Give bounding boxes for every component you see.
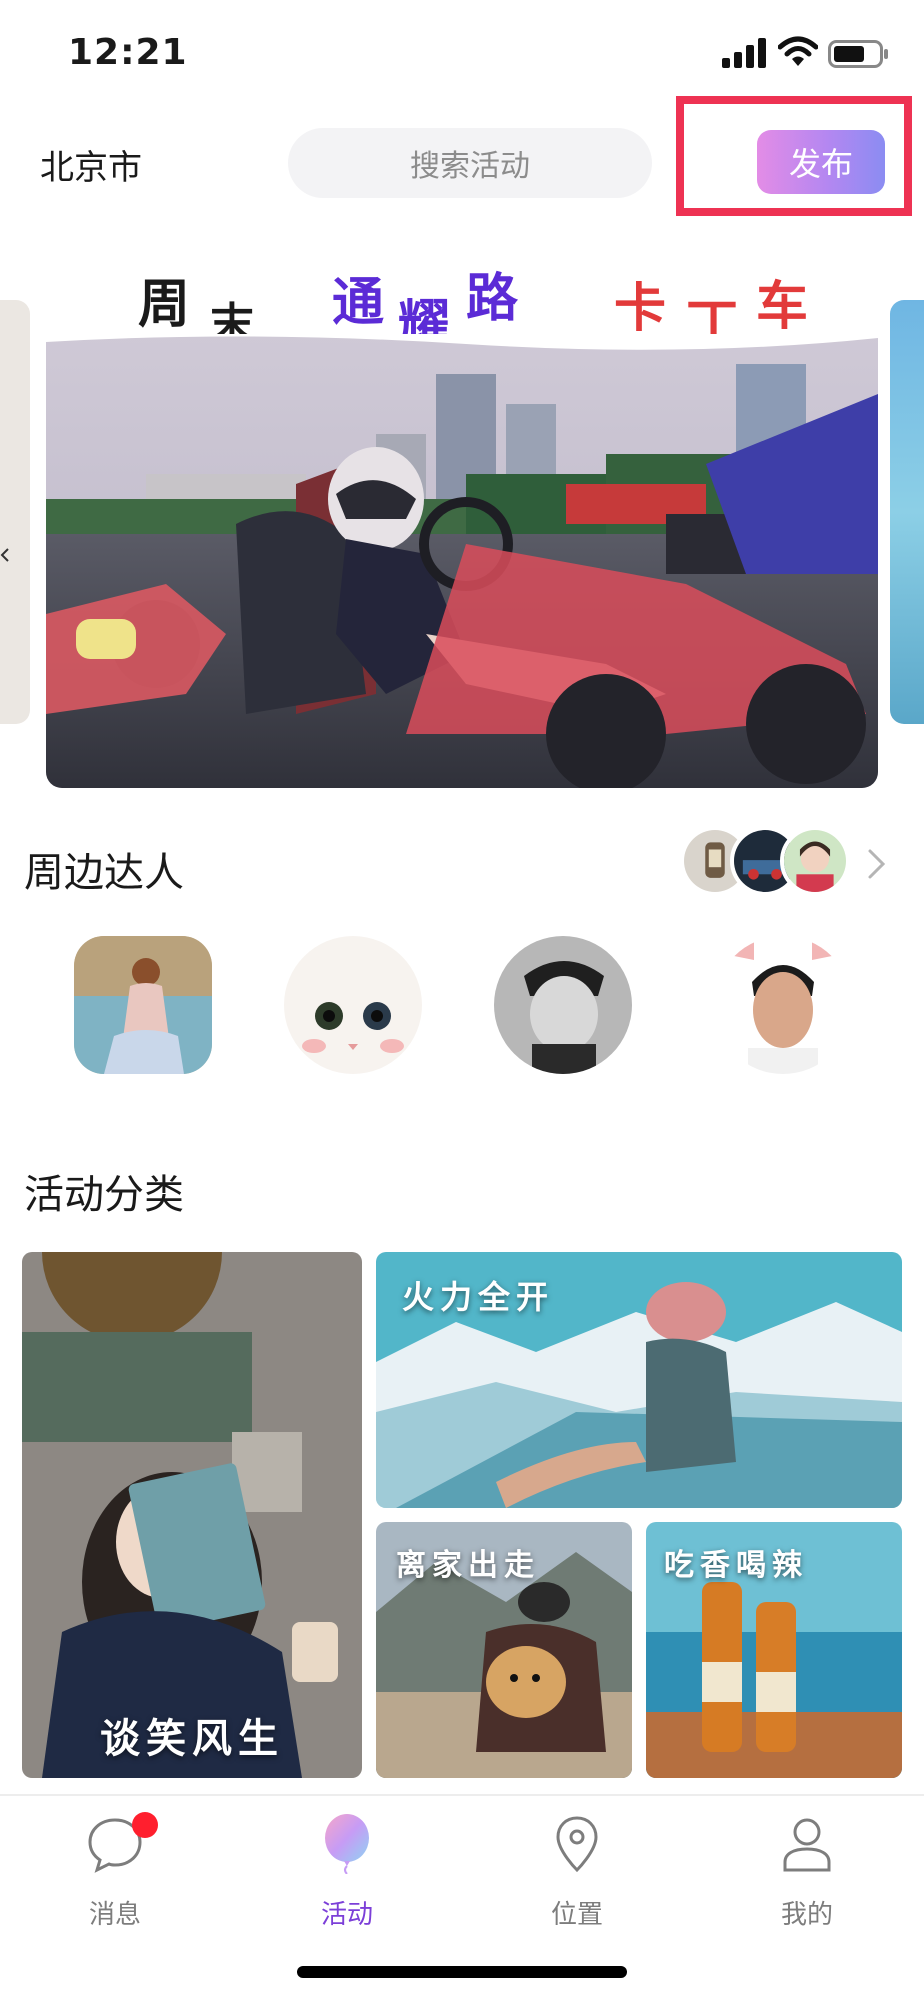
tab-label: 消息 xyxy=(88,1900,141,1930)
nearby-more-avatars[interactable] xyxy=(680,826,850,902)
banner-title-char: 通 xyxy=(332,272,385,333)
search-input[interactable]: 搜索活动 xyxy=(288,128,652,198)
category-label: 吃香喝辣 xyxy=(664,1548,808,1583)
person-icon xyxy=(783,1818,831,1872)
nearby-talent-list xyxy=(0,936,924,1076)
category-card[interactable]: 火力全开 xyxy=(376,1252,902,1508)
category-label: 火力全开 xyxy=(402,1278,555,1316)
tab-label: 活动 xyxy=(320,1900,373,1930)
tab-label: 位置 xyxy=(550,1900,603,1930)
tab-label: 我的 xyxy=(780,1900,833,1930)
tab-profile[interactable]: 我的 xyxy=(732,1814,882,1934)
category-photo xyxy=(22,1252,362,1778)
publish-button[interactable]: 发布 xyxy=(757,130,885,194)
tab-activities[interactable]: 活动 xyxy=(272,1814,422,1934)
tab-messages[interactable]: 消息 xyxy=(40,1812,190,1934)
category-label: 离家出走 xyxy=(396,1548,540,1583)
chevron-right-icon[interactable] xyxy=(866,848,888,880)
battery-icon xyxy=(828,40,888,68)
talent-avatar[interactable] xyxy=(284,936,422,1074)
search-placeholder: 搜索活动 xyxy=(410,149,530,184)
location-pin-icon xyxy=(556,1816,598,1873)
talent-avatar[interactable] xyxy=(494,936,632,1074)
carousel-next-card[interactable] xyxy=(890,300,924,724)
banner-title-char: 路 xyxy=(466,268,519,329)
section-title-categories: 活动分类 xyxy=(24,1172,184,1218)
balloon-icon xyxy=(325,1814,369,1874)
category-card[interactable]: 吃香喝辣 xyxy=(646,1522,902,1778)
status-bar: 12:21 xyxy=(0,0,924,110)
talent-avatar[interactable] xyxy=(74,936,212,1074)
category-label: 谈笑风生 xyxy=(100,1715,284,1762)
tab-location[interactable]: 位置 xyxy=(502,1814,652,1934)
notification-badge xyxy=(132,1812,158,1838)
city-selector[interactable]: 北京市 xyxy=(40,140,142,189)
wifi-icon xyxy=(778,36,818,66)
status-time: 12:21 xyxy=(68,32,188,73)
carousel-prev-card[interactable] xyxy=(0,300,30,724)
banner-card[interactable]: 周 末 通 耀 路 卡 丁 车 xyxy=(46,252,878,788)
category-card[interactable]: 离家出走 xyxy=(376,1522,632,1778)
go-kart-photo xyxy=(46,334,878,788)
talent-avatar[interactable] xyxy=(714,936,852,1074)
chevron-left-icon xyxy=(0,548,9,562)
cellular-signal-icon xyxy=(722,38,766,68)
banner-title-char: 卡 xyxy=(614,278,667,339)
category-card[interactable]: 谈笑风生 xyxy=(22,1252,362,1778)
banner-title-char: 周 xyxy=(138,274,191,335)
home-indicator[interactable] xyxy=(297,1966,627,1978)
avatar xyxy=(780,826,850,896)
section-title-nearby: 周边达人 xyxy=(24,850,184,896)
banner-title-char: 车 xyxy=(756,276,809,337)
